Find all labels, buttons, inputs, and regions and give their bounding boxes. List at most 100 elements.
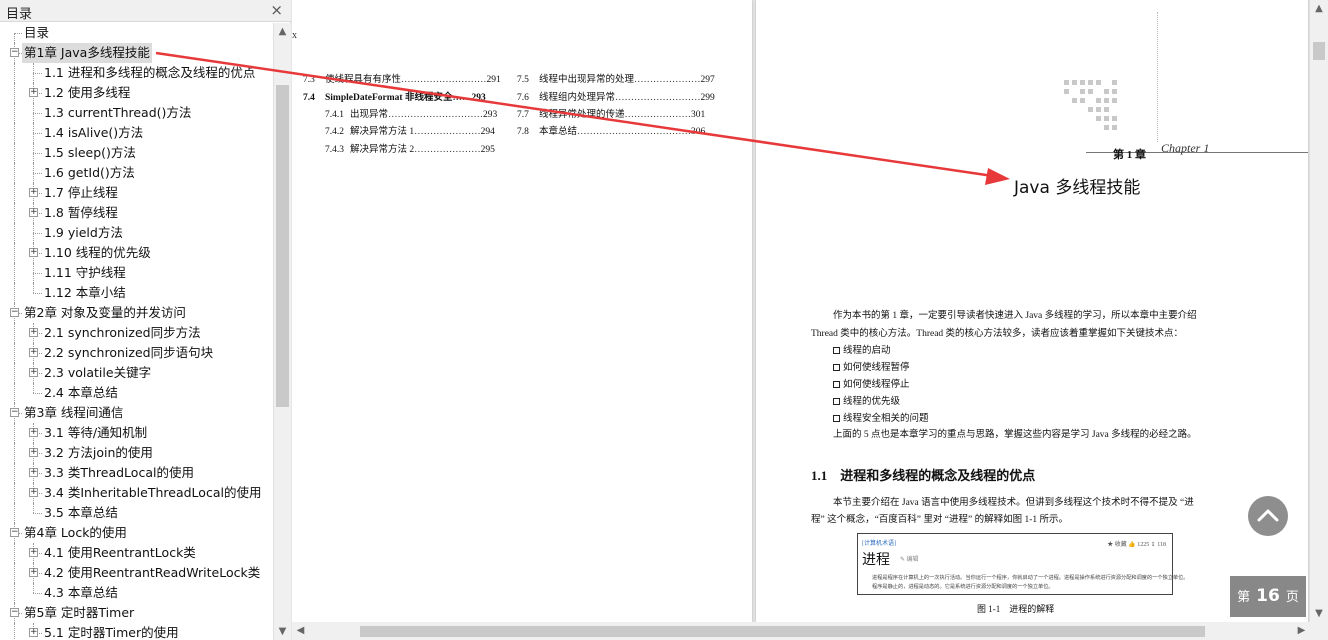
toc-item[interactable]: +3.4 类InheritableThreadLocal的使用: [0, 483, 273, 503]
collapse-icon[interactable]: −: [10, 48, 19, 57]
toc-item[interactable]: 1.9 yield方法: [0, 223, 273, 243]
expand-icon[interactable]: +: [29, 248, 38, 257]
entry-text: 解决异常方法 1: [350, 127, 415, 137]
expand-icon[interactable]: +: [29, 628, 38, 637]
decoration-square: [1080, 89, 1085, 94]
toc-item-label: 第4章 Lock的使用: [24, 525, 127, 540]
toc-item[interactable]: +1.2 使用多线程: [0, 83, 273, 103]
expand-icon[interactable]: +: [29, 348, 38, 357]
collapse-icon[interactable]: −: [10, 528, 19, 537]
entry-dots: …………………: [414, 127, 481, 137]
toc-item[interactable]: − 第1章 Java多线程技能: [0, 43, 273, 63]
viewer-vertical-scrollbar[interactable]: ▲ ▼: [1310, 0, 1328, 622]
scroll-up-icon[interactable]: ▲: [1310, 0, 1328, 17]
expand-icon[interactable]: +: [29, 428, 38, 437]
toc-item[interactable]: +2.1 synchronized同步方法: [0, 323, 273, 343]
toc-item[interactable]: 1.6 getId()方法: [0, 163, 273, 183]
expand-icon[interactable]: +: [29, 448, 38, 457]
key-point: 如何使线程暂停: [833, 359, 910, 373]
toc-item[interactable]: − 第2章 对象及变量的并发访问: [0, 303, 273, 323]
viewer-vertical-thumb[interactable]: [1313, 42, 1325, 60]
toc-item[interactable]: +3.1 等待/通知机制: [0, 423, 273, 443]
toc-item[interactable]: 3.5 本章总结: [0, 503, 273, 523]
key-point-text: 如何使线程停止: [843, 380, 910, 390]
page-indicator: 第 16 页: [1230, 576, 1306, 617]
figure-caption: 图 1-1 进程的解释: [977, 604, 1055, 614]
entry-number: 7.4.1: [325, 110, 344, 120]
decoration-square: [1096, 80, 1101, 85]
book-toc-entry: 7.5 线程中出现异常的处理…………………297: [517, 71, 715, 85]
toc-item[interactable]: +1.10 线程的优先级: [0, 243, 273, 263]
toc-item[interactable]: +1.7 停止线程: [0, 183, 273, 203]
toc-item-label: 目录: [24, 25, 50, 40]
toc-item[interactable]: 1.4 isAlive()方法: [0, 123, 273, 143]
toc-item[interactable]: − 第3章 线程间通信: [0, 403, 273, 423]
scroll-down-icon[interactable]: ▼: [1310, 605, 1328, 622]
scroll-down-icon[interactable]: ▼: [274, 623, 291, 640]
toc-item[interactable]: +4.2 使用ReentrantReadWriteLock类: [0, 563, 273, 583]
toc-item[interactable]: +2.3 volatile关键字: [0, 363, 273, 383]
collapse-icon[interactable]: −: [10, 408, 19, 417]
toc-item[interactable]: +1.8 暂停线程: [0, 203, 273, 223]
toc-scroll-thumb[interactable]: [276, 85, 289, 407]
viewer-horizontal-scrollbar[interactable]: ◀ ▶: [292, 622, 1328, 640]
expand-icon[interactable]: +: [29, 488, 38, 497]
toc-item[interactable]: +5.1 定时器Timer的使用: [0, 623, 273, 640]
toc-item[interactable]: +3.3 类ThreadLocal的使用: [0, 463, 273, 483]
decoration-square: [1096, 98, 1101, 103]
toc-item-label: 3.5 本章总结: [44, 505, 118, 520]
toc-scrollbar[interactable]: ▲ ▼: [273, 23, 291, 640]
toc-item[interactable]: 1.5 sleep()方法: [0, 143, 273, 163]
entry-page: 306: [691, 127, 706, 137]
close-icon[interactable]: ×: [270, 1, 283, 19]
expand-icon[interactable]: +: [29, 548, 38, 557]
decoration-square: [1096, 116, 1101, 121]
checkbox-icon: [833, 415, 840, 422]
figure-desc-1: 进程是程序在计算机上的一次执行活动。当你运行一个程序，你就启动了一个进程。进程是…: [872, 575, 1189, 581]
section-line-1: 本节主要介绍在 Java 语言中使用多线程技术。但讲到多线程这个技术时不得不提及…: [833, 498, 1194, 508]
checkbox-icon: [833, 364, 840, 371]
viewer-horizontal-thumb[interactable]: [360, 626, 1205, 637]
toc-item-label: 第3章 线程间通信: [24, 405, 124, 420]
toc-item[interactable]: +3.2 方法join的使用: [0, 443, 273, 463]
expand-icon[interactable]: +: [29, 88, 38, 97]
expand-icon[interactable]: +: [29, 368, 38, 377]
back-to-top-button[interactable]: [1248, 496, 1288, 536]
toc-item[interactable]: 1.11 守护线程: [0, 263, 273, 283]
document-viewer[interactable]: x 7.3 使线程具有有序性………………………291 7.4 SimpleDateFo…: [292, 0, 1328, 640]
collapse-icon[interactable]: −: [10, 308, 19, 317]
expand-icon[interactable]: +: [29, 328, 38, 337]
toc-item[interactable]: 1.1 进程和多线程的概念及线程的优点: [0, 63, 273, 83]
toc-item[interactable]: − 第5章 定时器Timer: [0, 603, 273, 623]
toc-item-label: 2.1 synchronized同步方法: [44, 325, 201, 340]
expand-icon[interactable]: +: [29, 568, 38, 577]
scroll-right-icon[interactable]: ▶: [1293, 622, 1310, 640]
entry-text: 使线程具有有序性: [325, 75, 402, 85]
decoration-square: [1112, 98, 1117, 103]
entry-number: 7.5: [517, 75, 529, 85]
toc-item-label: 3.2 方法join的使用: [44, 445, 153, 460]
toc-item[interactable]: 目录: [0, 23, 273, 43]
collapse-icon[interactable]: −: [10, 608, 19, 617]
toc-item[interactable]: − 第4章 Lock的使用: [0, 523, 273, 543]
expand-icon[interactable]: +: [29, 468, 38, 477]
toc-item[interactable]: 4.3 本章总结: [0, 583, 273, 603]
toc-item[interactable]: 1.3 currentThread()方法: [0, 103, 273, 123]
toc-item[interactable]: +4.1 使用ReentrantLock类: [0, 543, 273, 563]
expand-icon[interactable]: +: [29, 188, 38, 197]
entry-text: 本章总结: [539, 127, 578, 137]
expand-icon[interactable]: +: [29, 208, 38, 217]
entry-text: 线程组内处理异常: [539, 93, 616, 103]
entry-dots: …………………: [624, 110, 692, 120]
toc-item[interactable]: +2.2 synchronized同步语句块: [0, 343, 273, 363]
scroll-left-icon[interactable]: ◀: [292, 622, 309, 640]
scroll-up-icon[interactable]: ▲: [274, 23, 291, 40]
key-point-text: 线程的优先级: [843, 397, 901, 407]
figure-term: 进程: [862, 553, 890, 568]
key-point: 线程安全相关的问题: [833, 410, 929, 424]
summary-line: 上面的 5 点也是本章学习的重点与思路，掌握这些内容是学习 Java 多线程的必…: [833, 430, 1197, 440]
figure-edit: ✎ 编辑: [900, 557, 919, 563]
toc-item[interactable]: 2.4 本章总结: [0, 383, 273, 403]
checkbox-icon: [833, 381, 840, 388]
toc-item[interactable]: 1.12 本章小结: [0, 283, 273, 303]
